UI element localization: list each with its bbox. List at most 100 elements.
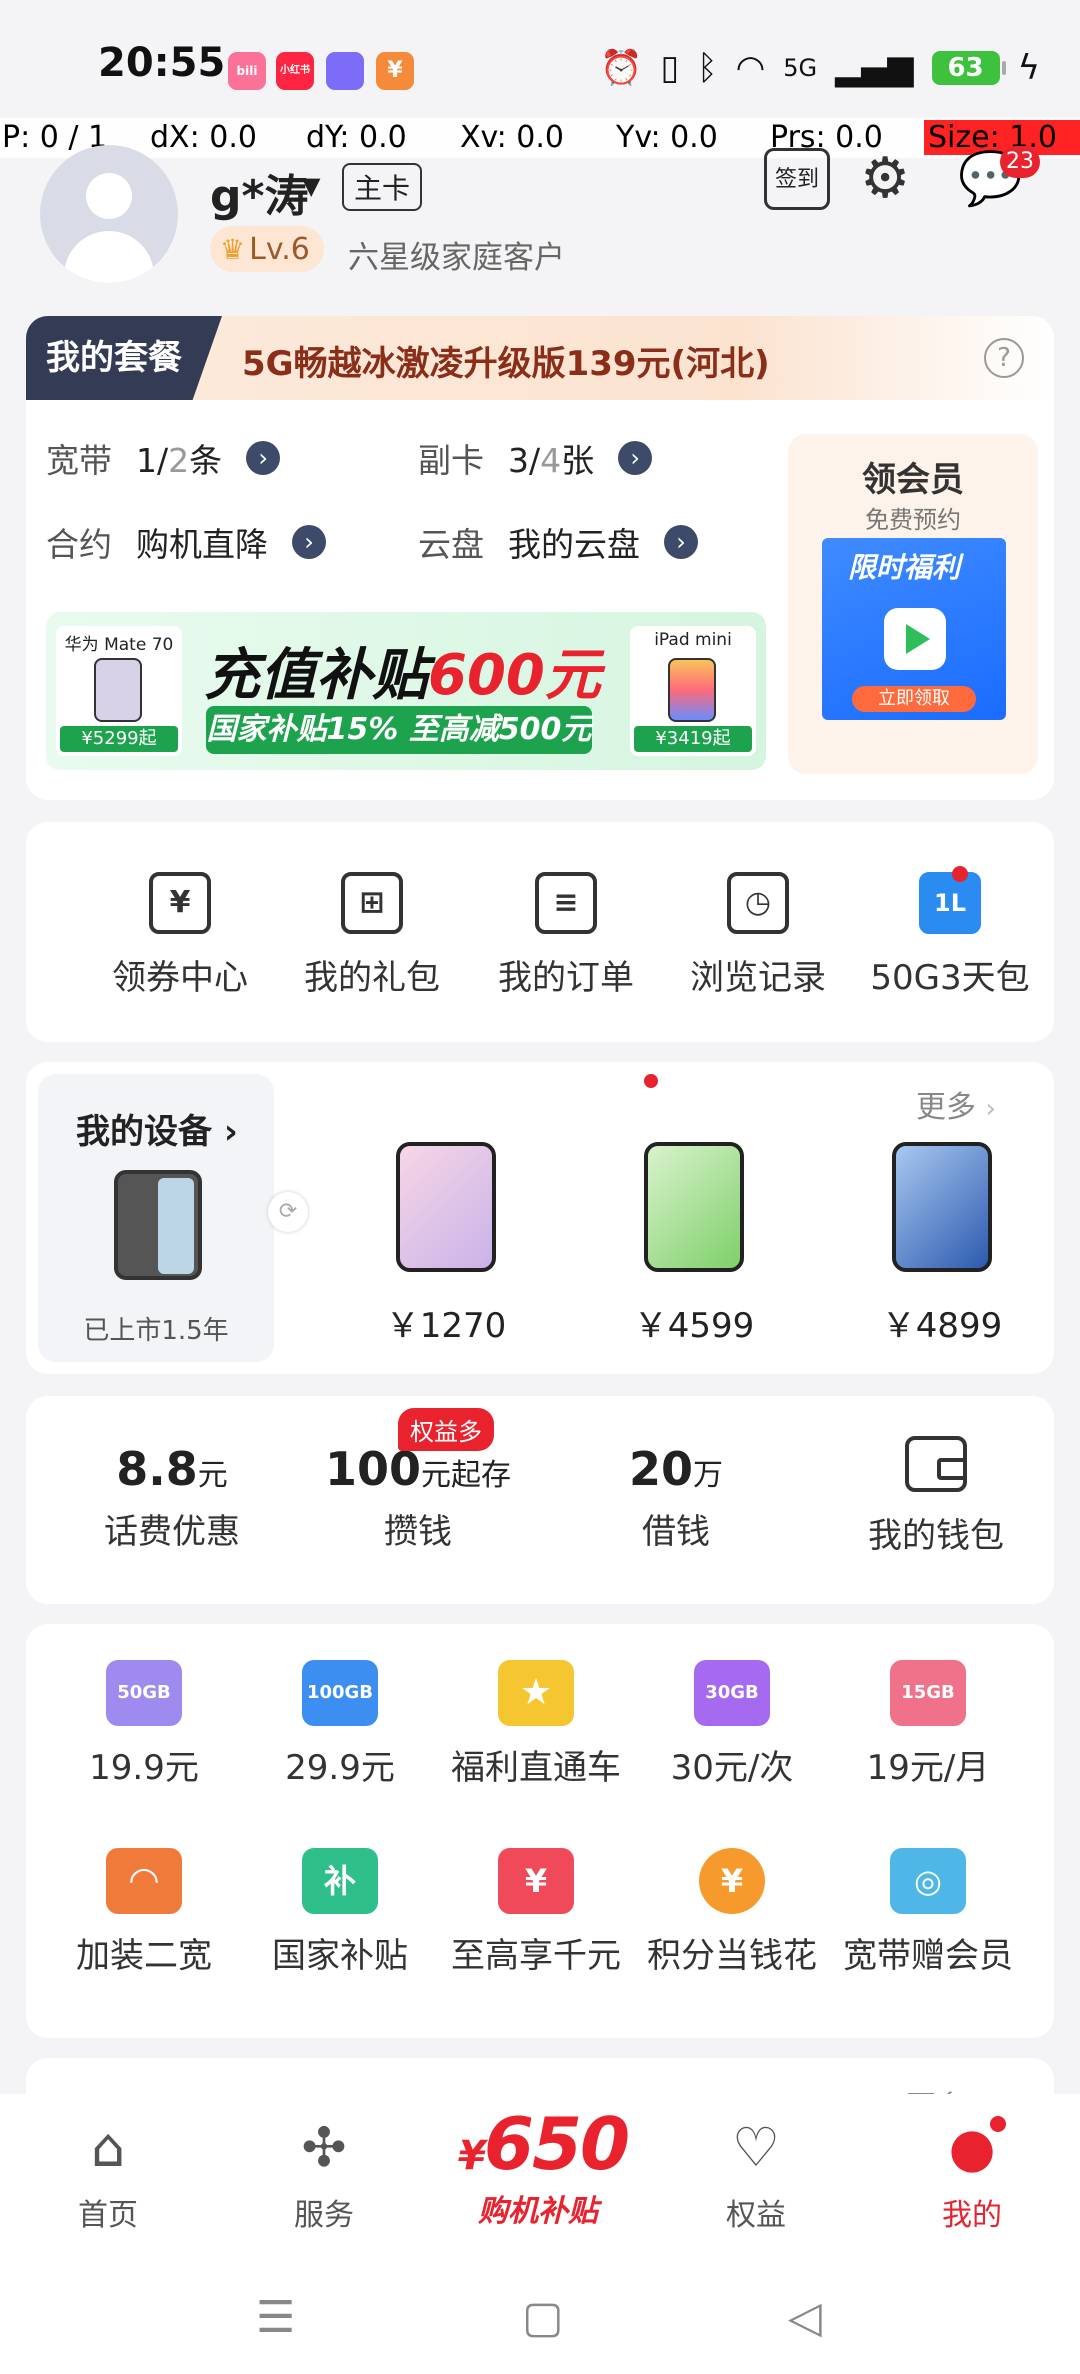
level-badge[interactable]: ♛ Lv.6 bbox=[210, 226, 324, 272]
subcard-row[interactable]: 副卡 3/4张 › bbox=[418, 434, 653, 482]
cloud-disk-label: 云盘 bbox=[418, 525, 484, 564]
package-name[interactable]: 5G畅越冰激凌升级版139元(河北) bbox=[242, 336, 770, 385]
save-money-item[interactable]: 100元起存 攒钱 bbox=[298, 1442, 538, 1553]
back-icon[interactable]: ◁ bbox=[788, 2292, 822, 2343]
settings-gear-icon[interactable]: ⚙ bbox=[860, 148, 910, 210]
grid-item[interactable]: 50GB 19.9元 bbox=[46, 1660, 242, 1789]
status-time: 20:55 bbox=[98, 40, 226, 86]
grid-item[interactable]: 补 国家补贴 bbox=[242, 1848, 438, 1977]
finance-card: 8.8元 话费优惠 100元起存 攒钱 权益多 20万 借钱 我的钱包 bbox=[26, 1396, 1054, 1604]
my-device-panel[interactable]: 我的设备 › 已上市1.5年 bbox=[38, 1074, 274, 1362]
ticket-icon: ¥ bbox=[498, 1848, 574, 1914]
subsidy-icon: 补 bbox=[302, 1848, 378, 1914]
phone-image bbox=[644, 1142, 744, 1272]
broadband-vip-icon: ◎ bbox=[890, 1848, 966, 1914]
broadband-value: 1/2条 bbox=[136, 441, 223, 480]
my-device-title[interactable]: 我的设备 › bbox=[76, 1104, 238, 1153]
broadband-row[interactable]: 宽带 1/2条 › bbox=[46, 434, 281, 482]
benefits-badge: 权益多 bbox=[398, 1408, 494, 1451]
username[interactable]: g*涛 bbox=[210, 160, 309, 224]
banner-headline: 充值补贴600元 bbox=[204, 643, 601, 708]
grid-item[interactable]: 30GB 30元/次 bbox=[634, 1660, 830, 1789]
history-icon: ◷ bbox=[727, 872, 789, 934]
debug-dx: dX: 0.0 bbox=[150, 120, 257, 155]
nav-service[interactable]: ✣ 服务 bbox=[234, 2118, 414, 2234]
video-play-icon bbox=[884, 608, 946, 670]
nav-home[interactable]: ⌂ 首页 bbox=[18, 2118, 198, 2234]
app-yen-icon: ¥ bbox=[376, 52, 414, 90]
debug-dy: dY: 0.0 bbox=[306, 120, 407, 155]
chevron-right-icon[interactable]: › bbox=[246, 441, 281, 475]
caret-down-icon[interactable]: ▼ bbox=[302, 172, 320, 200]
ipad-mini-thumb[interactable]: iPad mini ¥3419起 bbox=[630, 626, 756, 756]
contract-row[interactable]: 合约 购机直降 › bbox=[46, 518, 326, 566]
xiaohongshu-icon: 小红书 bbox=[276, 52, 314, 90]
chevron-right-icon[interactable]: › bbox=[618, 441, 653, 475]
broadband-label: 宽带 bbox=[46, 441, 112, 480]
member-promo[interactable]: 领会员 免费预约 限时福利 立即领取 bbox=[788, 434, 1038, 774]
crown-icon: ♛ bbox=[220, 232, 246, 266]
alarm-icon: ⏰ bbox=[600, 48, 643, 88]
member-title: 领会员 bbox=[862, 460, 964, 500]
app-color-icon bbox=[326, 52, 364, 90]
bluetooth-icon: ᛒ bbox=[697, 48, 718, 88]
services-grid-card: 50GB 19.9元 100GB 29.9元 ★ 福利直通车 30GB 30元/… bbox=[26, 1624, 1054, 2038]
grid-item[interactable]: ★ 福利直通车 bbox=[438, 1660, 634, 1789]
cloud-disk-value: 我的云盘 bbox=[508, 525, 640, 564]
grid-item[interactable]: ¥ 积分当钱花 bbox=[634, 1848, 830, 1977]
coupon-icon: ¥ bbox=[149, 872, 211, 934]
grid-item[interactable]: ¥ 至高享千元 bbox=[438, 1848, 634, 1977]
cloud-disk-row[interactable]: 云盘 我的云盘 › bbox=[418, 518, 698, 566]
my-gift-button[interactable]: ⊞ 我的礼包 bbox=[272, 872, 472, 999]
package-title: 我的套餐 bbox=[26, 316, 222, 400]
device-item[interactable]: ￥1270 bbox=[356, 1142, 536, 1347]
nav-mine[interactable]: ● 我的 bbox=[882, 2118, 1062, 2234]
network-type: 5G bbox=[783, 54, 818, 82]
status-icons: ⏰ ▯ ᛒ ◠ 5G ▂▄▆ 63 ϟ bbox=[600, 48, 1040, 88]
battery-icon: 63 bbox=[931, 51, 1006, 85]
chevron-right-icon[interactable]: › bbox=[292, 525, 326, 559]
recharge-subsidy-banner[interactable]: 华为 Mate 70 ¥5299起 充值补贴600元 国家补贴15% 至高减50… bbox=[46, 612, 766, 770]
member-promo-image[interactable]: 限时福利 立即领取 bbox=[822, 538, 1006, 720]
tablet-image bbox=[892, 1142, 992, 1272]
bottom-navigation: ⌂ 首页 ✣ 服务 ¥650 购机补贴 ♡ 权益 ● 我的 bbox=[0, 2094, 1080, 2264]
grid-item[interactable]: ◎ 宽带赠会员 bbox=[830, 1848, 1026, 1977]
points-icon: ¥ bbox=[699, 1848, 765, 1914]
huawei-phone-thumb[interactable]: 华为 Mate 70 ¥5299起 bbox=[56, 626, 182, 756]
contract-label: 合约 bbox=[46, 525, 112, 564]
browse-history-button[interactable]: ◷ 浏览记录 bbox=[658, 872, 858, 999]
package-header[interactable]: 我的套餐 5G畅越冰激凌升级版139元(河北) ? bbox=[26, 316, 1054, 400]
grid-item[interactable]: ◠ 加装二宽 bbox=[46, 1848, 242, 1977]
purchase-subsidy-promo[interactable]: ¥650 bbox=[458, 2102, 630, 2186]
refresh-icon[interactable]: ⟳ bbox=[268, 1192, 308, 1232]
device-price: ￥1270 bbox=[385, 1306, 507, 1346]
menu-icon[interactable]: ☰ bbox=[256, 2292, 295, 2343]
level-description: 六星级家庭客户 bbox=[348, 240, 565, 276]
device-item[interactable]: ￥4899 bbox=[852, 1142, 1032, 1347]
avatar[interactable] bbox=[40, 145, 178, 283]
quick-actions-card: ¥ 领券中心 ⊞ 我的礼包 ≡ 我的订单 ◷ 浏览记录 1L 50G3天包 bbox=[26, 822, 1054, 1042]
purchase-subsidy-label[interactable]: 购机补贴 bbox=[478, 2186, 598, 2230]
data-pack-icon: 1L bbox=[919, 872, 981, 934]
welfare-icon: ★ bbox=[498, 1660, 574, 1726]
my-orders-button[interactable]: ≡ 我的订单 bbox=[466, 872, 666, 999]
borrow-item[interactable]: 20万 借钱 bbox=[556, 1442, 796, 1553]
nav-benefits[interactable]: ♡ 权益 bbox=[666, 2118, 846, 2234]
help-icon[interactable]: ? bbox=[984, 338, 1024, 378]
profile-icon: ● bbox=[948, 2116, 996, 2179]
service-icon: ✣ bbox=[301, 2116, 347, 2179]
benefits-icon: ♡ bbox=[731, 2116, 781, 2179]
coupon-center-button[interactable]: ¥ 领券中心 bbox=[80, 872, 280, 999]
chevron-right-icon[interactable]: › bbox=[664, 525, 698, 559]
home-square-icon[interactable]: ▢ bbox=[522, 2292, 564, 2343]
my-device-age: 已上市1.5年 bbox=[83, 1316, 229, 1346]
signin-calendar-button[interactable]: 签到 bbox=[764, 148, 830, 210]
fee-discount-item[interactable]: 8.8元 话费优惠 bbox=[52, 1442, 292, 1553]
device-item[interactable]: ￥4599 bbox=[604, 1142, 784, 1347]
wallet-item[interactable]: 我的钱包 bbox=[816, 1436, 1056, 1557]
grid-item[interactable]: 100GB 29.9元 bbox=[242, 1660, 438, 1789]
more-link[interactable]: 更多 › bbox=[916, 1082, 996, 1126]
grid-item[interactable]: 15GB 19元/月 bbox=[830, 1660, 1026, 1789]
data-pack-button[interactable]: 1L 50G3天包 bbox=[850, 872, 1050, 999]
system-navigation-bar: ☰ ▢ ◁ bbox=[0, 2264, 1080, 2374]
